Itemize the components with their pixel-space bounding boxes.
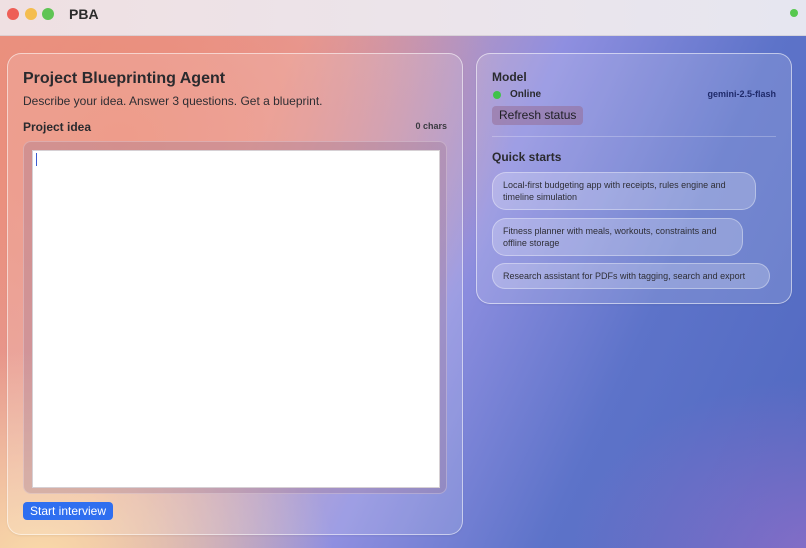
text-caret [36,153,37,166]
divider [492,136,776,137]
minimize-window-button[interactable] [25,8,37,20]
online-status-icon [493,91,501,99]
start-interview-button[interactable]: Start interview [23,502,114,520]
title-bar: PBA [0,0,806,36]
refresh-status-button[interactable]: Refresh status [492,106,584,125]
char-count: 0 chars [415,121,447,131]
page-title: Project Blueprinting Agent [23,70,226,87]
quick-start-chip-research[interactable]: Research assistant for PDFs with tagging… [492,263,770,289]
project-idea-field-frame [23,141,447,494]
quick-start-chip-fitness[interactable]: Fitness planner with meals, workouts, co… [492,218,743,256]
model-name: gemini-2.5-flash [707,89,776,99]
project-idea-panel: Project Blueprinting Agent Describe your… [7,53,463,535]
model-heading: Model [492,70,527,84]
app-title: PBA [69,6,99,22]
project-idea-textarea[interactable] [32,150,440,488]
zoom-window-button[interactable] [42,8,54,20]
model-panel: Model Online gemini-2.5-flash Refresh st… [476,53,792,304]
app-window: PBA Project Blueprinting Agent Describe … [0,0,806,548]
close-window-button[interactable] [7,8,19,20]
status-text: Online [510,89,542,100]
quick-starts-heading: Quick starts [492,150,562,164]
quick-start-chip-budgeting[interactable]: Local-first budgeting app with receipts,… [492,172,756,210]
page-subtitle: Describe your idea. Answer 3 questions. … [23,94,323,108]
project-idea-label: Project idea [23,120,92,134]
status-indicator-icon [790,9,798,17]
